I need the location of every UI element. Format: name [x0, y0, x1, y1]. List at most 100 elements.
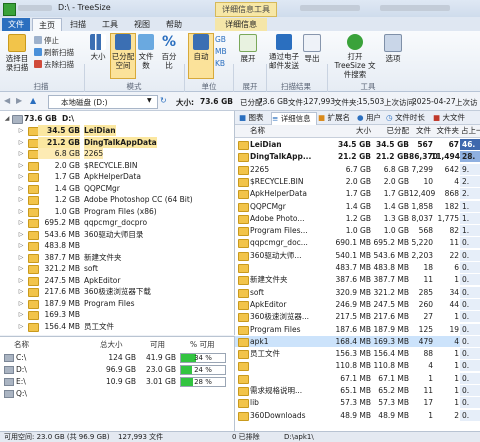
collapse-arrow-icon[interactable]: ◢: [4, 113, 10, 124]
tab-chart[interactable]: ■ 图表: [239, 112, 269, 124]
col-name-header[interactable]: 名称: [250, 125, 265, 137]
details-row[interactable]: qqpcmgr_doc... 690.1 MB 695.2 MB 5,220 11 0.: [235, 237, 480, 249]
tree-row[interactable]: ▷ 387.7 MB 新建文件夹: [0, 252, 234, 263]
tree-row[interactable]: ▷ 543.6 MB 360驱动大师目录: [0, 229, 234, 240]
details-row[interactable]: 360极速浏览器... 217.5 MB 217.6 MB 27 1 0.: [235, 311, 480, 323]
expand-arrow-icon[interactable]: ▷: [18, 309, 24, 320]
remove-scan-button[interactable]: 去除扫描: [34, 59, 74, 70]
tree-row[interactable]: ▷ 695.2 MB qqpcmgr_docpro: [0, 217, 234, 228]
tab-users[interactable]: ● 用户: [357, 112, 383, 124]
details-row[interactable]: Adobe Photo... 1.2 GB 1.3 GB 8,037 1,775 1.: [235, 212, 480, 224]
details-row[interactable]: 员工文件 156.3 MB 156.4 MB 88 1 0.: [235, 348, 480, 360]
expand-button[interactable]: 展开: [237, 34, 259, 63]
tree-row[interactable]: ▷ 217.6 MB 360极速浏览器下载: [0, 286, 234, 297]
tree-row[interactable]: ▷ 1.0 GB Program Files (x86): [0, 206, 234, 217]
expand-arrow-icon[interactable]: ▷: [18, 183, 24, 194]
tab-file-age[interactable]: ◷ 文件时长: [386, 112, 430, 124]
mode-size-button[interactable]: 大小: [88, 34, 108, 61]
tree-row[interactable]: ▷ 187.9 MB Program Files: [0, 298, 234, 309]
details-row[interactable]: 483.7 MB 483.8 MB 18 6 0.: [235, 262, 480, 273]
email-button[interactable]: 通过电子邮件发送: [269, 34, 299, 70]
details-row[interactable]: Program Files 187.6 MB 187.9 MB 125 19 0.: [235, 323, 480, 335]
tab-help[interactable]: 帮助: [160, 18, 188, 31]
col-pct-header[interactable]: 占上一: [461, 125, 480, 137]
tree-row[interactable]: ▷ 6.8 GB 2265: [0, 148, 234, 159]
expand-arrow-icon[interactable]: ▷: [18, 125, 24, 136]
tree-row[interactable]: ▷ 169.3 MB: [0, 309, 234, 320]
expand-arrow-icon[interactable]: ▷: [18, 171, 24, 182]
up-arrow-icon[interactable]: ▲: [30, 96, 36, 105]
details-row[interactable]: $RECYCLE.BIN 2.0 GB 2.0 GB 10 4 2.: [235, 175, 480, 187]
forward-arrow-icon[interactable]: ▶: [16, 96, 22, 105]
tab-details-list[interactable]: ≡ 详细信息: [271, 112, 317, 125]
drive-list[interactable]: 名称 总大小 可用 % 可用 C:\ 124 GB 41.9 GB 34 % D:\ 96…: [0, 336, 235, 432]
stop-button[interactable]: 停止: [34, 35, 59, 46]
expand-arrow-icon[interactable]: ▷: [18, 275, 24, 286]
open-file-search-button[interactable]: 打开 TreeSize 文件搜索: [331, 34, 379, 79]
details-row[interactable]: 360驱动大师... 540.1 MB 543.6 MB 2,203 22 0.: [235, 249, 480, 261]
details-row[interactable]: LeiDian 34.5 GB 34.5 GB 567 67 46.: [235, 139, 480, 150]
details-row[interactable]: 360Downloads 48.9 MB 48.9 MB 1 2 0.: [235, 409, 480, 421]
tab-scan[interactable]: 扫描: [64, 18, 92, 31]
mode-allocated-button[interactable]: 已分配空间: [110, 33, 136, 79]
expand-arrow-icon[interactable]: ▷: [18, 148, 24, 159]
tree-row[interactable]: ▷ 34.5 GB LeiDian: [0, 125, 234, 136]
expand-arrow-icon[interactable]: ▷: [18, 160, 24, 171]
details-row[interactable]: 110.8 MB 110.8 MB 4 1 0.: [235, 360, 480, 372]
details-row[interactable]: apk1 168.4 MB 169.3 MB 479 4 0.: [235, 335, 480, 347]
details-row[interactable]: lib 57.3 MB 57.3 MB 17 1 0.: [235, 397, 480, 409]
tree-row[interactable]: ▷ 483.8 MB: [0, 240, 234, 251]
details-row[interactable]: Program Files... 1.0 GB 1.0 GB 568 82 1.: [235, 225, 480, 237]
drive-row[interactable]: E:\ 10.9 GB 3.01 GB 28 %: [0, 376, 234, 387]
expand-arrow-icon[interactable]: ▷: [18, 229, 24, 240]
tab-file[interactable]: 文件: [2, 18, 30, 31]
tree-row[interactable]: ▷ 1.4 GB QQPCMgr: [0, 183, 234, 194]
col-size-header[interactable]: 大小: [335, 125, 371, 137]
tree-row[interactable]: ▷ 321.2 MB soft: [0, 263, 234, 274]
col-alloc-header[interactable]: 已分配: [373, 125, 410, 137]
tab-large-files[interactable]: ■ 大文件: [433, 112, 473, 124]
unit-gb-button[interactable]: GB: [215, 35, 226, 44]
tree-root-row[interactable]: ◢ 73.6 GB D:\: [0, 113, 234, 124]
tree-row[interactable]: ▷ 247.5 MB ApkEditor: [0, 275, 234, 286]
quick-access-toolbar[interactable]: [18, 5, 52, 11]
drive-row[interactable]: Q:\: [0, 388, 234, 399]
back-arrow-icon[interactable]: ◀: [4, 96, 10, 105]
col-files-header[interactable]: 文件: [411, 125, 431, 137]
tab-view[interactable]: 视图: [128, 18, 156, 31]
mode-percent-button[interactable]: % 百分比: [158, 34, 180, 70]
folder-tree[interactable]: ◢ 73.6 GB D:\ ▷ 34.5 GB LeiDian ▷ 21.2 GB Din…: [0, 111, 235, 335]
export-button[interactable]: 导出: [301, 34, 323, 63]
expand-arrow-icon[interactable]: ▷: [18, 206, 24, 217]
expand-arrow-icon[interactable]: ▷: [18, 298, 24, 309]
tab-extensions[interactable]: ■ 扩展名: [318, 112, 354, 124]
details-row[interactable]: 新建文件夹 387.6 MB 387.7 MB 11 1 0.: [235, 274, 480, 286]
expand-arrow-icon[interactable]: ▷: [18, 321, 24, 332]
drive-row[interactable]: C:\ 124 GB 41.9 GB 34 %: [0, 352, 234, 363]
unit-kb-button[interactable]: KB: [215, 59, 225, 68]
rescan-button[interactable]: 刷新扫描: [34, 47, 74, 58]
expand-arrow-icon[interactable]: ▷: [18, 286, 24, 297]
details-row[interactable]: QQPCMgr 1.4 GB 1.4 GB 1,858 182 1.: [235, 200, 480, 212]
unit-mb-button[interactable]: MB: [215, 47, 227, 56]
tree-row[interactable]: ▷ 2.0 GB $RECYCLE.BIN: [0, 160, 234, 171]
details-row[interactable]: 2265 6.7 GB 6.8 GB 7,299 642 9.: [235, 163, 480, 175]
expand-arrow-icon[interactable]: ▷: [18, 240, 24, 251]
select-directory-button[interactable]: 选择目录扫描: [3, 34, 31, 72]
expand-arrow-icon[interactable]: ▷: [18, 252, 24, 263]
path-selector[interactable]: 本地磁盘 (D:) ▼: [48, 95, 158, 109]
tree-row[interactable]: ▷ 1.2 GB Adobe Photoshop CC (64 Bit): [0, 194, 234, 205]
details-row[interactable]: ApkEditor 246.9 MB 247.5 MB 260 44 0.: [235, 298, 480, 310]
tab-tools[interactable]: 工具: [96, 18, 124, 31]
options-button[interactable]: 选项: [382, 34, 404, 63]
expand-arrow-icon[interactable]: ▷: [18, 137, 24, 148]
refresh-icon[interactable]: ↻: [160, 96, 167, 105]
details-row[interactable]: soft 320.9 MB 321.2 MB 285 34 0.: [235, 286, 480, 298]
drive-row[interactable]: D:\ 96.9 GB 23.0 GB 24 %: [0, 364, 234, 375]
tab-home[interactable]: 主页: [32, 18, 62, 32]
mode-file-count-button[interactable]: 文件数: [136, 34, 156, 70]
details-row[interactable]: ApkHelperData 1.7 GB 1.7 GB 12,409 868 2.: [235, 188, 480, 200]
col-folders-header[interactable]: 文件夹: [431, 125, 460, 137]
details-row[interactable]: 需求规格说明... 65.1 MB 65.2 MB 11 1 0.: [235, 385, 480, 396]
expand-arrow-icon[interactable]: ▷: [18, 263, 24, 274]
